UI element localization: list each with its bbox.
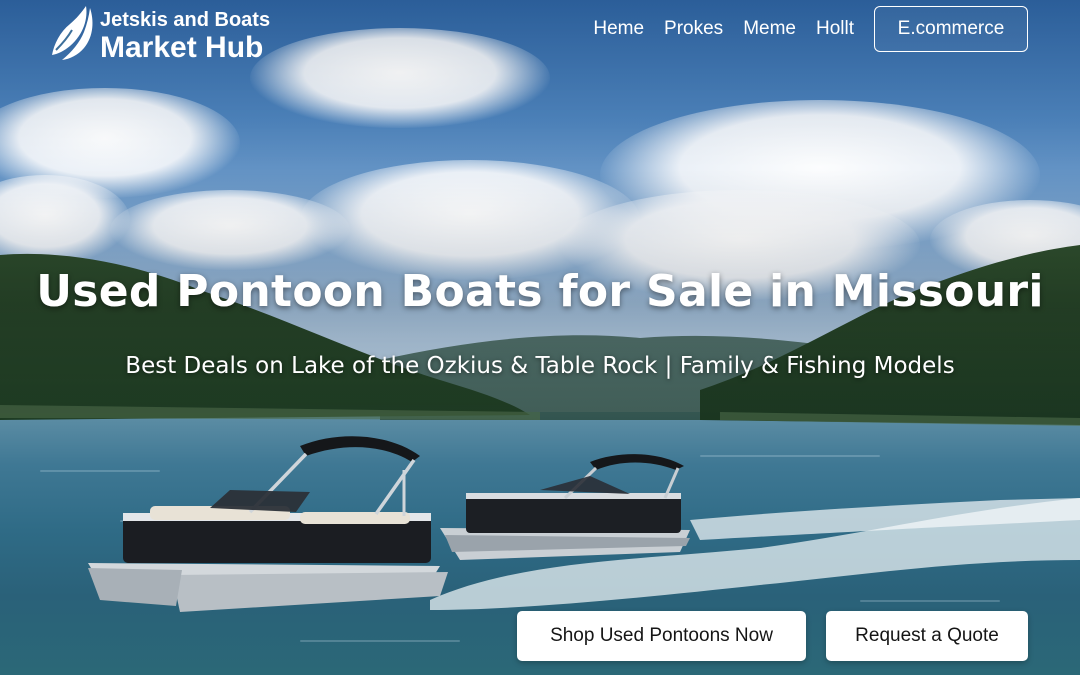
hero-title: Used Pontoon Boats for Sale in Missouri bbox=[36, 266, 1044, 317]
nav-link-heme[interactable]: Heme bbox=[593, 18, 644, 40]
nav-link-prokes[interactable]: Prokes bbox=[664, 18, 723, 40]
request-quote-button[interactable]: Request a Quote bbox=[826, 611, 1028, 661]
brand-name-bottom: Market Hub bbox=[100, 31, 264, 64]
brand-name-top: Jetskis and Boats bbox=[100, 9, 271, 31]
shop-used-pontoons-button[interactable]: Shop Used Pontoons Now bbox=[517, 611, 806, 661]
main-nav: Heme Prokes Meme Hollt E.commerce bbox=[593, 6, 1028, 52]
nav-link-hollt[interactable]: Hollt bbox=[816, 18, 854, 40]
hero-subtitle: Best Deals on Lake of the Ozkius & Table… bbox=[125, 353, 955, 379]
nav-link-meme[interactable]: Meme bbox=[743, 18, 796, 40]
brand-logo-link[interactable]: Jetskis and Boats Market Hub bbox=[50, 4, 270, 64]
ecommerce-button[interactable]: E.commerce bbox=[874, 6, 1028, 52]
hero-background-photo bbox=[0, 0, 1080, 675]
sail-leaf-icon bbox=[52, 6, 93, 60]
